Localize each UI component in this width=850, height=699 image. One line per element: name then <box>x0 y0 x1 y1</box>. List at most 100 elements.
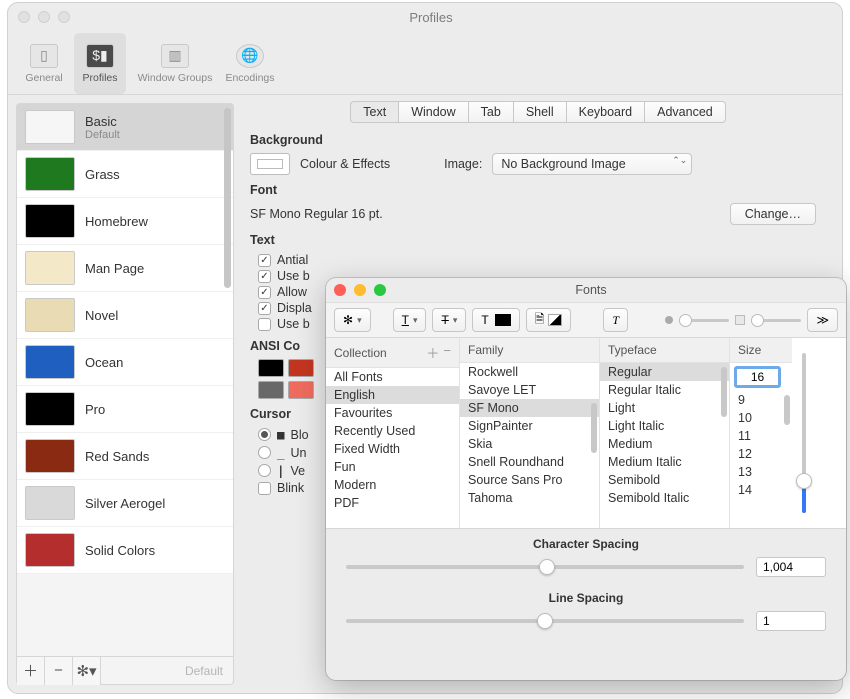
list-item[interactable]: Medium Italic <box>600 453 729 471</box>
profile-item-silver-aerogel[interactable]: Silver Aerogel <box>17 480 233 527</box>
windows-icon: ▥ <box>161 44 189 68</box>
document-color-well[interactable]: 🗎 <box>526 308 572 332</box>
profile-item-red-sands[interactable]: Red Sands <box>17 433 233 480</box>
shadow-blur-slider[interactable] <box>735 315 801 325</box>
ansi-swatch[interactable] <box>258 359 284 377</box>
size-list[interactable]: 9 10 11 12 13 14 <box>730 391 792 528</box>
list-item[interactable]: Medium <box>600 435 729 453</box>
list-item[interactable]: Modern <box>326 476 459 494</box>
list-item[interactable]: Skia <box>460 435 599 453</box>
list-item[interactable]: Semibold <box>600 471 729 489</box>
list-item[interactable]: SF Mono <box>460 399 599 417</box>
list-item[interactable]: Favourites <box>326 404 459 422</box>
scrollbar[interactable] <box>591 403 597 453</box>
checkbox-label: Allow <box>277 285 307 299</box>
list-item[interactable]: Snell Roundhand <box>460 453 599 471</box>
sidebar-footer: ＋ − ✻▾ Default <box>17 656 233 684</box>
change-font-button[interactable]: Change… <box>730 203 816 225</box>
list-item[interactable]: Regular <box>600 363 729 381</box>
list-item[interactable]: Semibold Italic <box>600 489 729 507</box>
tab-bar: Text Window Tab Shell Keyboard Advanced <box>250 101 826 123</box>
profile-item-pro[interactable]: Pro <box>17 386 233 433</box>
remove-icon[interactable]: − <box>443 343 451 362</box>
scrollbar[interactable] <box>784 395 790 425</box>
close-icon[interactable] <box>18 11 30 23</box>
list-item[interactable]: Recently Used <box>326 422 459 440</box>
char-spacing-input[interactable] <box>756 557 826 577</box>
ansi-swatch[interactable] <box>288 381 314 399</box>
scrollbar[interactable] <box>721 367 727 417</box>
tab-advanced[interactable]: Advanced <box>644 101 726 123</box>
list-item[interactable]: Source Sans Pro <box>460 471 599 489</box>
background-image-popup[interactable]: No Background Image <box>492 153 692 175</box>
list-item[interactable]: 11 <box>730 427 792 445</box>
profile-item-solid-colors[interactable]: Solid Colors <box>17 527 233 574</box>
list-item[interactable]: Light Italic <box>600 417 729 435</box>
list-item[interactable]: 9 <box>730 391 792 409</box>
profile-item-man-page[interactable]: Man Page <box>17 245 233 292</box>
collection-column: Collection＋− All Fonts English Favourite… <box>326 338 460 528</box>
list-item[interactable]: Fun <box>326 458 459 476</box>
tab-tab[interactable]: Tab <box>468 101 513 123</box>
list-item[interactable]: 10 <box>730 409 792 427</box>
profile-item-basic[interactable]: Basic Default <box>17 104 233 151</box>
text-color-well[interactable]: T <box>472 308 519 332</box>
tab-shell[interactable]: Shell <box>513 101 566 123</box>
overflow-button[interactable]: ≫ <box>807 308 838 332</box>
size-input[interactable] <box>734 366 781 388</box>
toolbar-encodings[interactable]: 🌐 Encodings <box>224 33 276 94</box>
shadow-opacity-slider[interactable] <box>665 316 729 324</box>
toolbar-window-groups[interactable]: ▥ Window Groups <box>130 33 220 94</box>
list-item[interactable]: All Fonts <box>326 368 459 386</box>
tab-window[interactable]: Window <box>398 101 467 123</box>
antialias-checkbox[interactable]: ✓Antial <box>258 253 826 267</box>
profile-item-ocean[interactable]: Ocean <box>17 339 233 386</box>
toolbar-label: Window Groups <box>138 72 213 84</box>
size-slider[interactable] <box>802 353 806 513</box>
profile-list[interactable]: Basic Default Grass Homebrew Man Page <box>17 104 233 656</box>
slider-thumb[interactable] <box>539 559 555 575</box>
slider-thumb[interactable] <box>537 613 553 629</box>
list-item[interactable]: Fixed Width <box>326 440 459 458</box>
profile-item-homebrew[interactable]: Homebrew <box>17 198 233 245</box>
list-item[interactable]: PDF <box>326 494 459 512</box>
toolbar-profiles[interactable]: $▮ Profiles <box>74 33 126 94</box>
underline-menu[interactable]: T▾ <box>393 308 427 332</box>
tab-text[interactable]: Text <box>350 101 398 123</box>
scrollbar[interactable] <box>224 108 231 288</box>
column-header: Size <box>738 343 761 357</box>
char-spacing-slider[interactable] <box>346 565 744 569</box>
typeface-list[interactable]: Regular Regular Italic Light Light Itali… <box>600 363 729 528</box>
list-item[interactable]: English <box>326 386 459 404</box>
titlebar: Profiles <box>8 3 842 31</box>
profile-item-novel[interactable]: Novel <box>17 292 233 339</box>
list-item[interactable]: Tahoma <box>460 489 599 507</box>
ansi-swatch[interactable] <box>258 381 284 399</box>
action-menu-button[interactable]: ✻▾ <box>73 657 101 685</box>
strikethrough-menu[interactable]: T▾ <box>432 308 466 332</box>
typography-button[interactable]: T <box>603 308 628 332</box>
collection-list[interactable]: All Fonts English Favourites Recently Us… <box>326 368 459 528</box>
list-item[interactable]: Savoye LET <box>460 381 599 399</box>
add-button[interactable]: ＋ <box>17 657 45 685</box>
tab-keyboard[interactable]: Keyboard <box>566 101 645 123</box>
ansi-swatch[interactable] <box>288 359 314 377</box>
background-colour-well[interactable] <box>250 153 290 175</box>
profile-item-grass[interactable]: Grass <box>17 151 233 198</box>
action-menu-button[interactable]: ✻▾ <box>334 308 371 332</box>
slider-thumb[interactable] <box>796 473 812 489</box>
list-item[interactable]: SignPainter <box>460 417 599 435</box>
list-item[interactable]: Light <box>600 399 729 417</box>
list-item[interactable]: 13 <box>730 463 792 481</box>
list-item[interactable]: 14 <box>730 481 792 499</box>
list-item[interactable]: Rockwell <box>460 363 599 381</box>
list-item[interactable]: 12 <box>730 445 792 463</box>
toolbar-general[interactable]: ▯ General <box>18 33 70 94</box>
line-spacing-slider[interactable] <box>346 619 744 623</box>
add-icon[interactable]: ＋ <box>426 343 439 362</box>
default-button[interactable]: Default <box>101 664 233 678</box>
line-spacing-input[interactable] <box>756 611 826 631</box>
family-list[interactable]: Rockwell Savoye LET SF Mono SignPainter … <box>460 363 599 528</box>
list-item[interactable]: Regular Italic <box>600 381 729 399</box>
remove-button[interactable]: − <box>45 657 73 685</box>
